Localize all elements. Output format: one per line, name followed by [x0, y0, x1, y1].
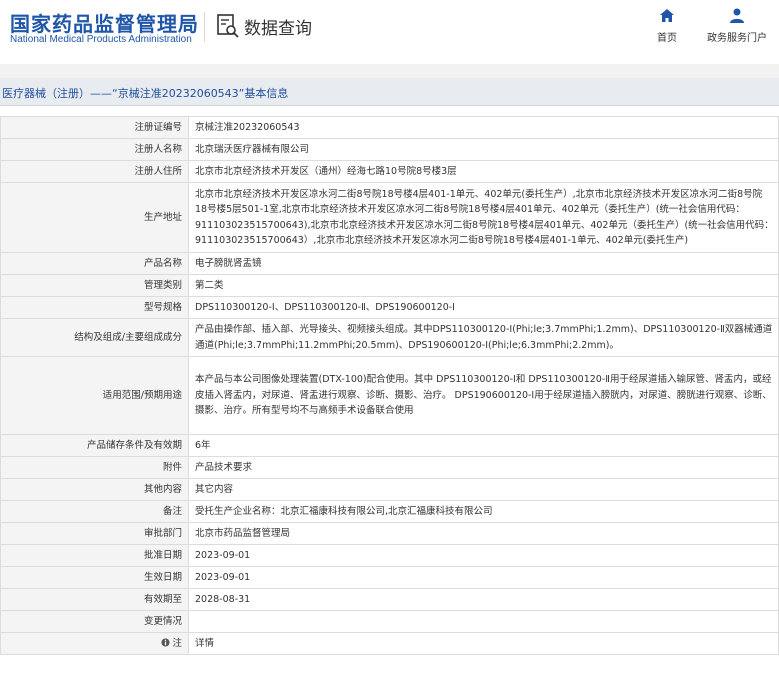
- home-icon: [660, 9, 674, 22]
- field-value: 2023-09-01: [188, 544, 779, 567]
- field-value: 北京市药品监督管理局: [188, 522, 779, 545]
- table-row: 注册人名称 北京瑞沃医疗器械有限公司: [0, 138, 779, 161]
- logo-title[interactable]: 国家药品监督管理局: [10, 8, 199, 37]
- field-value: 产品由操作部、插入部、光导接头、视频接头组成。其中DPS110300120-Ⅰ(…: [188, 318, 779, 357]
- record-title: 医疗器械（注册）——“京械注准20232060543”基本信息: [2, 87, 289, 100]
- field-value: [188, 610, 779, 633]
- table-row: 变更情况: [0, 610, 779, 633]
- field-value: 本产品与本公司图像处理装置(DTX-100)配合使用。其中 DPS1103001…: [188, 356, 779, 435]
- field-label-text: 生效日期: [143, 571, 182, 583]
- field-value: DPS110300120-Ⅰ、DPS110300120-Ⅱ、DPS1906001…: [188, 296, 779, 319]
- table-row: 备注 受托生产企业名称：北京汇福康科技有限公司,北京汇福康科技有限公司: [0, 500, 779, 523]
- field-label-text: 注册人住所: [134, 165, 182, 177]
- field-label-text: 有效期至: [143, 593, 182, 605]
- table-row: 适用范围/预期用途 本产品与本公司图像处理装置(DTX-100)配合使用。其中 D…: [0, 356, 779, 435]
- nav-gov-label: 政务服务门户: [707, 33, 767, 44]
- field-label-text: 结构及组成/主要组成成分: [74, 331, 182, 343]
- field-value: 北京市北京经济技术开发区（通州）经海七路10号院8号楼3层: [188, 160, 779, 183]
- field-label-text: 其他内容: [143, 483, 182, 495]
- field-value: 北京瑞沃医疗器械有限公司: [188, 138, 779, 161]
- field-value: 第二类: [188, 274, 779, 297]
- user-icon: [730, 8, 744, 23]
- field-label: 附件: [0, 456, 189, 479]
- field-label: 注册人名称: [0, 138, 189, 161]
- site-header: 国家药品监督管理局 National Medical Products Admi…: [0, 0, 779, 64]
- field-label: 型号规格: [0, 296, 189, 319]
- field-label-text: 批准日期: [143, 549, 182, 561]
- field-label: 产品储存条件及有效期: [0, 434, 189, 457]
- field-label: 适用范围/预期用途: [0, 356, 189, 435]
- field-label: 备注: [0, 500, 189, 523]
- table-row: 产品储存条件及有效期 6年: [0, 434, 779, 457]
- field-label-text: 审批部门: [143, 527, 182, 539]
- header-divider: [204, 12, 205, 42]
- field-label-text: 型号规格: [143, 301, 182, 313]
- detail-link[interactable]: 详情: [188, 632, 779, 655]
- field-label-text: 变更情况: [143, 615, 182, 627]
- table-row: 结构及组成/主要组成成分 产品由操作部、插入部、光导接头、视频接头组成。其中DPS…: [0, 318, 779, 357]
- field-label: 生产地址: [0, 182, 189, 253]
- table-row: 生效日期 2023-09-01: [0, 566, 779, 589]
- field-label: 生效日期: [0, 566, 189, 589]
- table-row: 产品名称 电子膀胱肾盂镜: [0, 252, 779, 275]
- field-value: 产品技术要求: [188, 456, 779, 479]
- table-row: 注册证编号 京械注准20232060543: [0, 116, 779, 139]
- data-query-label: 数据查询: [244, 18, 312, 39]
- table-row: 有效期至 2028-08-31: [0, 588, 779, 611]
- registration-info-table: 注册证编号 京械注准20232060543 注册人名称 北京瑞沃医疗器械有限公司 注册人…: [0, 116, 779, 655]
- field-label: 审批部门: [0, 522, 189, 545]
- field-value: 6年: [188, 434, 779, 457]
- info-table-body: 注册证编号 京械注准20232060543 注册人名称 北京瑞沃医疗器械有限公司 注册人…: [0, 116, 779, 655]
- document-search-icon: [217, 14, 239, 38]
- field-value: 其它内容: [188, 478, 779, 501]
- field-value: 电子膀胱肾盂镜: [188, 252, 779, 275]
- field-value: 受托生产企业名称：北京汇福康科技有限公司,北京汇福康科技有限公司: [188, 500, 779, 523]
- table-row: 注册人住所 北京市北京经济技术开发区（通州）经海七路10号院8号楼3层: [0, 160, 779, 183]
- field-label-text: 注册证编号: [134, 121, 182, 133]
- field-label-text: 产品储存条件及有效期: [86, 439, 182, 451]
- info-icon: [161, 638, 171, 647]
- field-value: 京械注准20232060543: [188, 116, 779, 139]
- field-label-text: 注册人名称: [134, 143, 182, 155]
- field-label-text: 适用范围/预期用途: [102, 389, 182, 401]
- field-label: 管理类别: [0, 274, 189, 297]
- field-value: 北京市北京经济技术开发区凉水河二街8号院18号楼4层401-1单元、402单元(…: [188, 182, 779, 253]
- nav-gov-portal[interactable]: 政务服务门户: [704, 8, 770, 44]
- nav-home[interactable]: 首页: [650, 8, 684, 44]
- field-label: 有效期至: [0, 588, 189, 611]
- field-label-text: 注: [172, 637, 182, 649]
- field-label-text: 管理类别: [143, 279, 182, 291]
- table-row: 批准日期 2023-09-01: [0, 544, 779, 567]
- field-label: 批准日期: [0, 544, 189, 567]
- logo-subtitle: National Medical Products Administration: [10, 34, 192, 45]
- nav-home-label: 首页: [657, 33, 677, 44]
- data-query-title: 数据查询: [216, 12, 312, 40]
- field-label: 注册人住所: [0, 160, 189, 183]
- field-label-text: 备注: [162, 505, 182, 517]
- title-gap: [0, 106, 779, 116]
- table-row: 附件 产品技术要求: [0, 456, 779, 479]
- table-row: 注详情: [0, 632, 779, 655]
- field-label-text: 附件: [162, 461, 182, 473]
- field-label: 结构及组成/主要组成成分: [0, 318, 189, 357]
- field-label: 变更情况: [0, 610, 189, 633]
- field-label-text: 产品名称: [143, 257, 182, 269]
- field-label: 注册证编号: [0, 116, 189, 139]
- field-label: 其他内容: [0, 478, 189, 501]
- field-label: 产品名称: [0, 252, 189, 275]
- table-row: 生产地址 北京市北京经济技术开发区凉水河二街8号院18号楼4层401-1单元、40…: [0, 182, 779, 253]
- record-title-bar: 医疗器械（注册）——“京械注准20232060543”基本信息: [0, 78, 779, 106]
- header-spacer: [0, 64, 779, 78]
- table-row: 型号规格 DPS110300120-Ⅰ、DPS110300120-Ⅱ、DPS190…: [0, 296, 779, 319]
- table-row: 其他内容 其它内容: [0, 478, 779, 501]
- field-value: 2028-08-31: [188, 588, 779, 611]
- table-row: 审批部门 北京市药品监督管理局: [0, 522, 779, 545]
- field-label: 注: [0, 632, 189, 655]
- field-label-text: 生产地址: [143, 211, 182, 223]
- field-value: 2023-09-01: [188, 566, 779, 589]
- table-row: 管理类别 第二类: [0, 274, 779, 297]
